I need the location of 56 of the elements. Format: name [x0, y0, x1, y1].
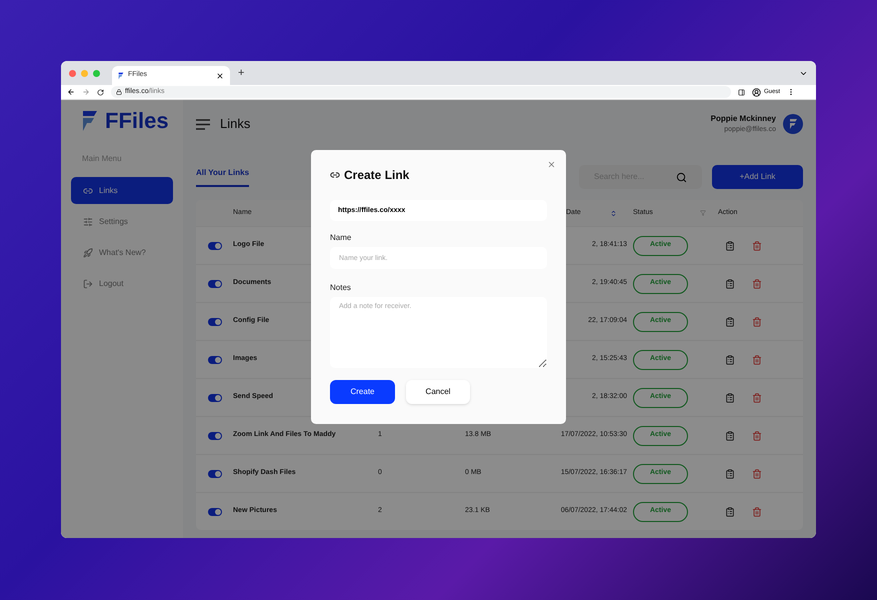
delete-icon[interactable] [752, 354, 762, 364]
menu-item-icon [83, 186, 93, 196]
toggle-switch[interactable] [208, 508, 222, 516]
clipboard-icon[interactable] [725, 430, 735, 440]
clipboard-icon[interactable] [725, 392, 735, 402]
toggle-switch[interactable] [208, 470, 222, 478]
close-window-icon[interactable] [69, 70, 76, 76]
clipboard-icon[interactable] [725, 354, 735, 364]
menu-icon[interactable] [196, 118, 210, 130]
menu-item-icon [83, 278, 93, 288]
delete-icon[interactable] [752, 278, 762, 288]
avatar-icon[interactable] [783, 114, 803, 134]
toggle-switch[interactable] [208, 394, 222, 402]
toggle-switch[interactable] [208, 432, 222, 440]
delete-icon[interactable] [752, 316, 762, 326]
clipboard-icon[interactable] [725, 506, 735, 516]
toggle-switch[interactable] [208, 280, 222, 288]
logo-text: FFiles [105, 110, 169, 132]
page-title: Links [220, 115, 250, 134]
clipboard-icon[interactable] [725, 468, 735, 478]
profile-icon[interactable] [752, 88, 761, 96]
clipboard-icon[interactable] [725, 278, 735, 288]
user-name: Poppie Mckinney [710, 112, 776, 125]
dialog-title: Create Link [344, 167, 410, 184]
lock-icon [116, 89, 122, 95]
toggle-switch[interactable] [208, 318, 222, 326]
menu-item-icon [83, 216, 93, 226]
delete-icon[interactable] [752, 240, 762, 250]
toggle-switch[interactable] [208, 242, 222, 250]
delete-icon[interactable] [752, 392, 762, 402]
delete-icon[interactable] [752, 506, 762, 516]
tab-favicon-icon [118, 72, 124, 80]
notes-label: Notes [330, 282, 352, 294]
menu-item-icon [83, 248, 93, 258]
back-icon[interactable] [67, 88, 75, 96]
delete-icon[interactable] [752, 430, 762, 440]
new-tab-button[interactable]: + [238, 64, 244, 82]
toggle-switch[interactable] [208, 356, 222, 364]
close-icon[interactable] [547, 160, 556, 169]
add-link-button[interactable]: +Add Link [712, 165, 803, 189]
cancel-button[interactable]: Cancel [406, 380, 470, 404]
logo-icon [81, 110, 99, 132]
side-panel-icon[interactable] [738, 88, 745, 96]
forward-icon[interactable] [82, 88, 90, 96]
links-tab[interactable]: All Your Links [196, 167, 250, 187]
clipboard-icon[interactable] [725, 240, 735, 250]
sort-icon[interactable] [610, 210, 617, 216]
search-icon[interactable] [676, 172, 687, 182]
create-button[interactable]: Create [330, 380, 395, 404]
link-icon [330, 170, 340, 180]
clipboard-icon[interactable] [725, 316, 735, 326]
name-label: Name [330, 232, 352, 244]
delete-icon[interactable] [752, 468, 762, 478]
reload-icon[interactable] [97, 88, 104, 96]
sidebar-item[interactable]: Links [71, 177, 173, 204]
close-tab-icon[interactable] [216, 72, 224, 80]
